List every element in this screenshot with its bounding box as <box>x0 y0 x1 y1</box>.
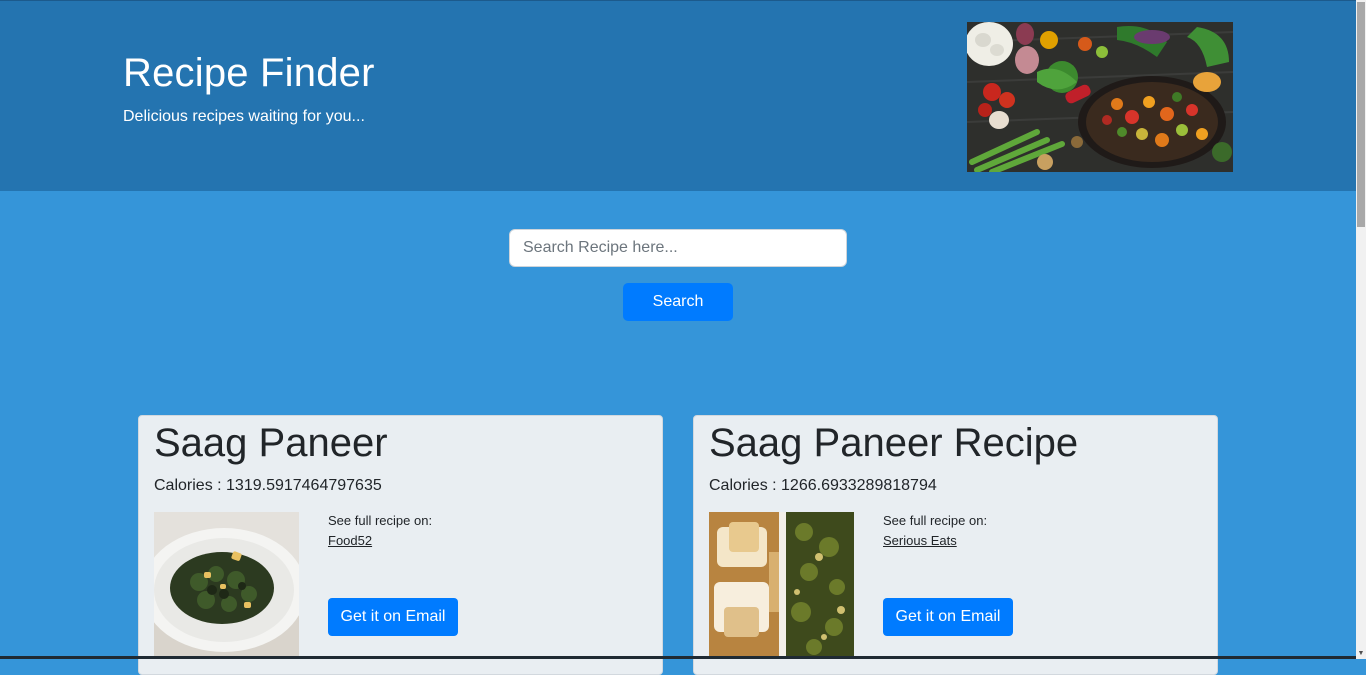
recipe-image <box>709 512 854 657</box>
app-subtitle: Delicious recipes waiting for you... <box>123 108 365 125</box>
app-title: Recipe Finder <box>123 51 375 95</box>
get-on-email-button[interactable]: Get it on Email <box>328 598 458 636</box>
recipe-card: Saag Paneer Recipe Calories : 1266.69332… <box>693 415 1218 675</box>
scroll-down-arrow-icon[interactable]: ▼ <box>1356 650 1366 658</box>
see-full-recipe-label: See full recipe on: <box>883 513 988 528</box>
get-on-email-button[interactable]: Get it on Email <box>883 598 1013 636</box>
recipe-source-link[interactable]: Food52 <box>328 533 372 548</box>
recipe-image <box>154 512 299 657</box>
search-input[interactable] <box>509 229 847 267</box>
recipe-source-link[interactable]: Serious Eats <box>883 533 957 548</box>
recipe-card: Saag Paneer Calories : 1319.591746479763… <box>138 415 663 675</box>
see-full-recipe-label: See full recipe on: <box>328 513 433 528</box>
recipe-title: Saag Paneer Recipe <box>709 421 1079 465</box>
scrollbar-thumb[interactable] <box>1357 2 1365 227</box>
search-button[interactable]: Search <box>623 283 733 321</box>
app-header: Recipe Finder Delicious recipes waiting … <box>0 0 1356 191</box>
recipe-calories: Calories : 1266.6933289818794 <box>709 477 937 494</box>
hero-vegetables-image <box>967 22 1233 172</box>
recipe-calories: Calories : 1319.5917464797635 <box>154 477 382 494</box>
recipe-title: Saag Paneer <box>154 421 388 465</box>
